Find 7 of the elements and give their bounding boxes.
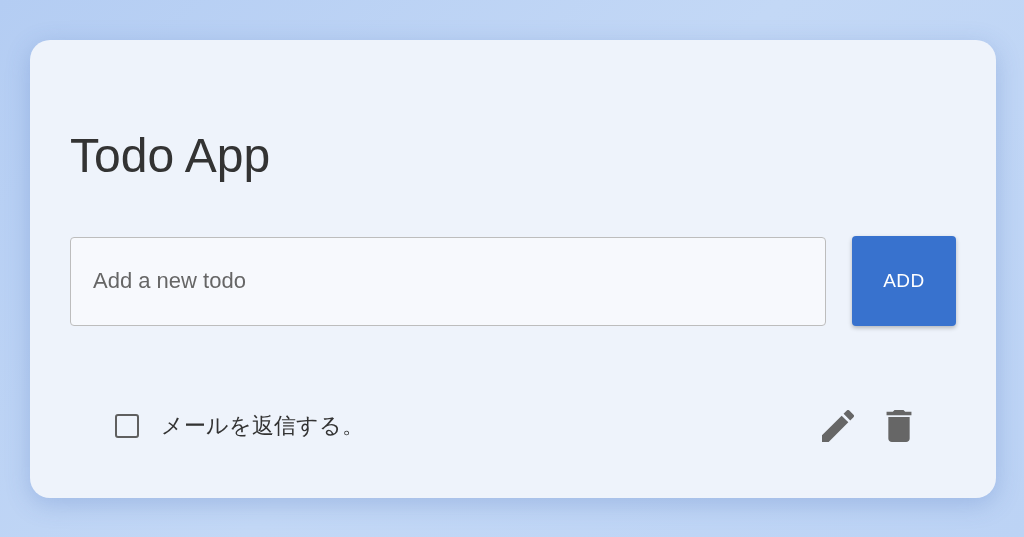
pencil-icon[interactable] [822, 410, 854, 442]
app-title: Todo App [70, 132, 271, 180]
add-button[interactable]: ADD [852, 236, 956, 326]
checkbox[interactable] [115, 414, 139, 438]
trash-icon[interactable] [886, 410, 912, 442]
todo-input-field[interactable]: Add a new todo [70, 236, 826, 326]
todo-text: メールを返信する。 [161, 412, 365, 440]
